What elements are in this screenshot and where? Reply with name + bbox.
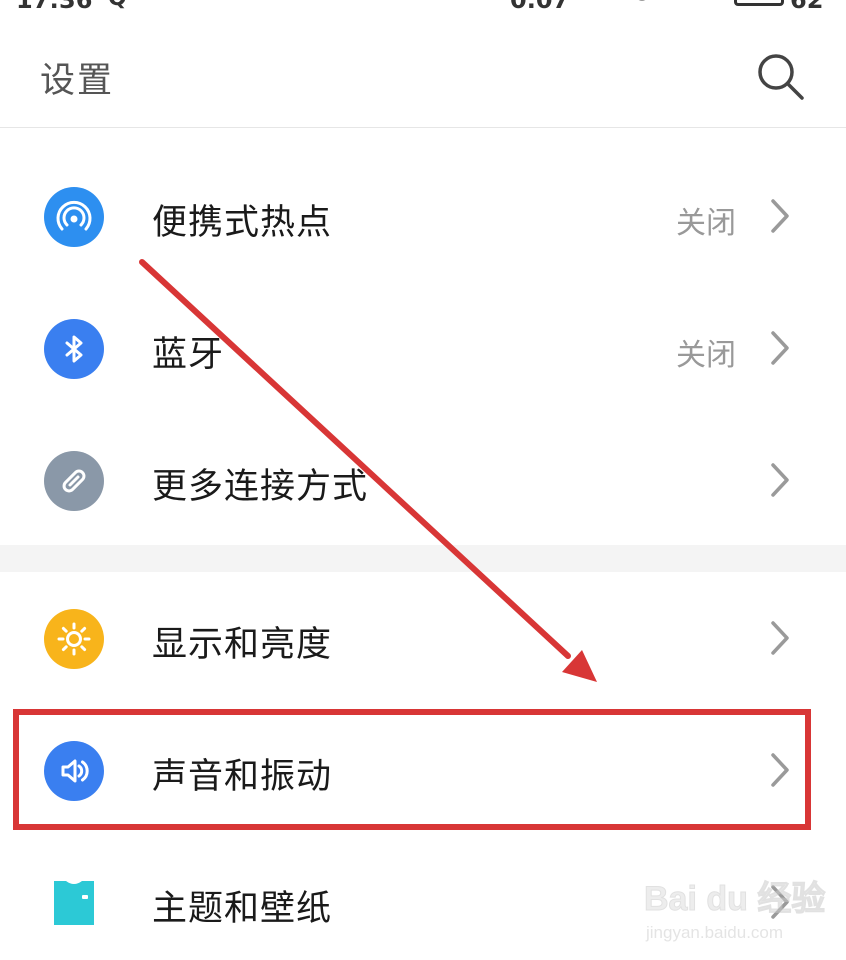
settings-item-hotspot[interactable]: 便携式热点 关闭 [0,150,846,282]
chevron-right-icon [771,331,789,365]
settings-item-label: 声音和振动 [152,757,333,797]
section-divider [0,545,846,572]
settings-item-sound[interactable]: 声音和振动 [0,704,846,836]
settings-item-display[interactable]: 显示和亮度 [0,572,846,704]
status-icons [638,0,646,1]
chevron-right-icon [771,463,789,497]
chevron-right-icon [771,885,789,919]
header: 设置 [0,30,846,128]
speaker-icon [44,741,104,801]
settings-item-bluetooth[interactable]: 蓝牙 关闭 [0,282,846,414]
hotspot-icon [44,187,104,247]
chevron-right-icon [771,199,789,233]
settings-item-label: 蓝牙 [152,335,225,375]
chevron-right-icon [771,621,789,655]
notification-glyph: Q [108,0,127,11]
bluetooth-icon [44,319,104,379]
settings-item-label: 便携式热点 [152,203,333,243]
settings-item-label: 主题和壁纸 [152,889,333,929]
page-title: 设置 [40,61,115,101]
battery-icon [734,0,784,6]
settings-item-theme[interactable]: 主题和壁纸 [0,836,846,960]
search-icon [758,54,804,100]
settings-item-value: 关闭 [676,206,736,241]
link-icon [44,451,104,511]
network-speed: 0.07 [510,0,570,14]
status-time: 17:36 [16,0,93,14]
settings-item-label: 更多连接方式 [152,467,369,507]
search-button[interactable] [752,48,810,106]
tshirt-icon [44,873,104,933]
battery-level: 62 [790,0,824,14]
chevron-right-icon [771,753,789,787]
sun-icon [44,609,104,669]
settings-item-value: 关闭 [676,338,736,373]
settings-item-label: 显示和亮度 [152,625,333,665]
status-bar: 17:36 Q 0.07 62 [0,0,846,14]
settings-item-more-connections[interactable]: 更多连接方式 [0,414,846,546]
